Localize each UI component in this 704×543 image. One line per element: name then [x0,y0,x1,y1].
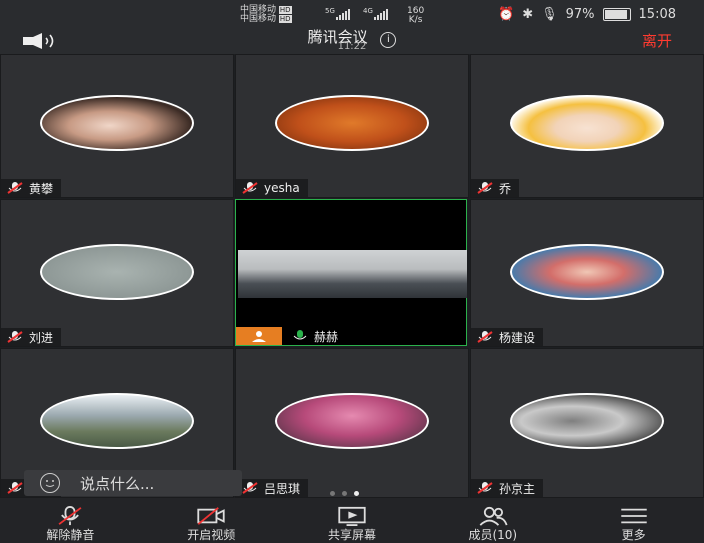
name-bar: 赫赫 [286,327,346,345]
participant-name: 吕思琪 [264,481,301,496]
participant-name: yesha [264,181,300,195]
video-feed [238,250,467,298]
mic-off-icon [58,506,82,526]
avatar [40,244,194,300]
participant-name: 乔 [499,181,512,196]
leave-button[interactable]: 离开 [642,30,672,51]
battery-percent: 97% [565,7,595,22]
bottom-toolbar: 解除静音 开启视频 共享屏幕 成员(10) 更多 [0,498,704,543]
network-speed: 160 K/s [407,7,424,25]
mic-muted-icon [477,182,493,194]
mic-muted-icon [477,331,493,343]
emoji-icon[interactable] [40,473,60,493]
participant-tile[interactable]: 刘进 [0,199,234,347]
avatar [510,95,664,151]
page-dot-active [354,491,359,496]
members-icon [479,506,508,526]
share-screen-icon [338,506,366,526]
avatar [510,244,664,300]
participant-name: 赫赫 [314,329,339,344]
name-bar: 乔 [471,179,520,197]
carrier-info: 中国移动 HD 中国移动 HD [240,6,292,24]
video-label: 开启视频 [187,528,236,542]
signal-4g: 4G [363,7,373,15]
participant-name: 刘进 [29,330,54,345]
unmute-button[interactable]: 解除静音 [0,498,141,543]
start-video-button[interactable]: 开启视频 [141,498,282,543]
avatar [510,393,664,449]
participant-tile-active[interactable]: 赫赫 [235,199,467,346]
camera-off-icon [197,507,225,525]
share-label: 共享屏幕 [327,528,376,542]
unmute-label: 解除静音 [46,528,95,542]
carrier-2: 中国移动 [240,14,277,24]
page-dot [330,491,335,496]
participant-tile[interactable]: yesha [235,54,469,198]
mic-muted-icon [477,482,493,494]
avatar [40,393,194,449]
battery-icon [602,8,631,21]
participant-tile[interactable]: 乔 [470,54,704,198]
participants-grid: 黄攀 yesha 乔 刘进 赫赫 杨建设 吕思琪 孙京主 [0,54,704,498]
participant-tile[interactable]: 杨建设 [470,199,704,347]
avatar [275,95,429,151]
mic-muted-icon [242,482,258,494]
hd-badge-2: HD [278,15,292,23]
meeting-duration: 11:22 [337,41,367,52]
name-bar: 黄攀 [1,179,62,197]
clock: 15:08 [638,7,676,22]
mic-muted-icon [7,331,23,343]
participant-tile[interactable]: 黄攀 [0,54,234,198]
name-bar: yesha [236,179,308,197]
mic-active-icon [293,330,307,340]
chat-placeholder: 说点什么... [80,474,155,493]
more-icon [620,508,647,524]
participant-name: 孙京主 [499,481,536,496]
chat-input[interactable]: 说点什么... [24,470,242,496]
signal-icon-2 [374,9,388,20]
members-button[interactable]: 成员(10) [422,498,563,543]
name-bar: 孙京主 [471,479,544,497]
participant-name: 杨建设 [499,330,536,345]
more-button[interactable]: 更多 [563,498,704,543]
participant-tile[interactable]: 孙京主 [470,348,704,498]
participant-name: 黄攀 [29,181,54,196]
hd-badge-1: HD [278,6,292,14]
mic-status-icon: 🎙 [541,7,558,22]
alarm-icon: ⏰ [498,7,515,22]
members-label: 成员(10) [468,528,518,542]
more-label: 更多 [621,528,646,542]
share-screen-button[interactable]: 共享屏幕 [282,498,423,543]
user-icon [252,331,266,342]
status-bar: 中国移动 HD 中国移动 HD 5G 4G 160 K/s ⏰ ✱ 🎙 97% … [0,0,704,28]
user-badge [236,327,282,345]
avatar [40,95,194,151]
mic-muted-icon [7,182,23,194]
signal-5g: 5G [325,7,335,15]
page-dot [342,491,347,496]
signal-icon [336,9,350,20]
status-right: ⏰ ✱ 🎙 97% 15:08 [498,7,676,22]
speed-unit: K/s [408,15,423,25]
mic-muted-icon [7,482,23,494]
bluetooth-icon: ✱ [522,7,534,22]
name-bar: 刘进 [1,328,62,346]
name-bar: 杨建设 [471,328,544,346]
participant-tile[interactable]: 吕思琪 [235,348,469,498]
name-bar: 吕思琪 [236,479,309,497]
avatar [275,393,429,449]
mic-muted-icon [242,182,258,194]
meeting-header: 腾讯会议 i 11:22 离开 [0,28,704,54]
page-indicator [330,491,359,496]
